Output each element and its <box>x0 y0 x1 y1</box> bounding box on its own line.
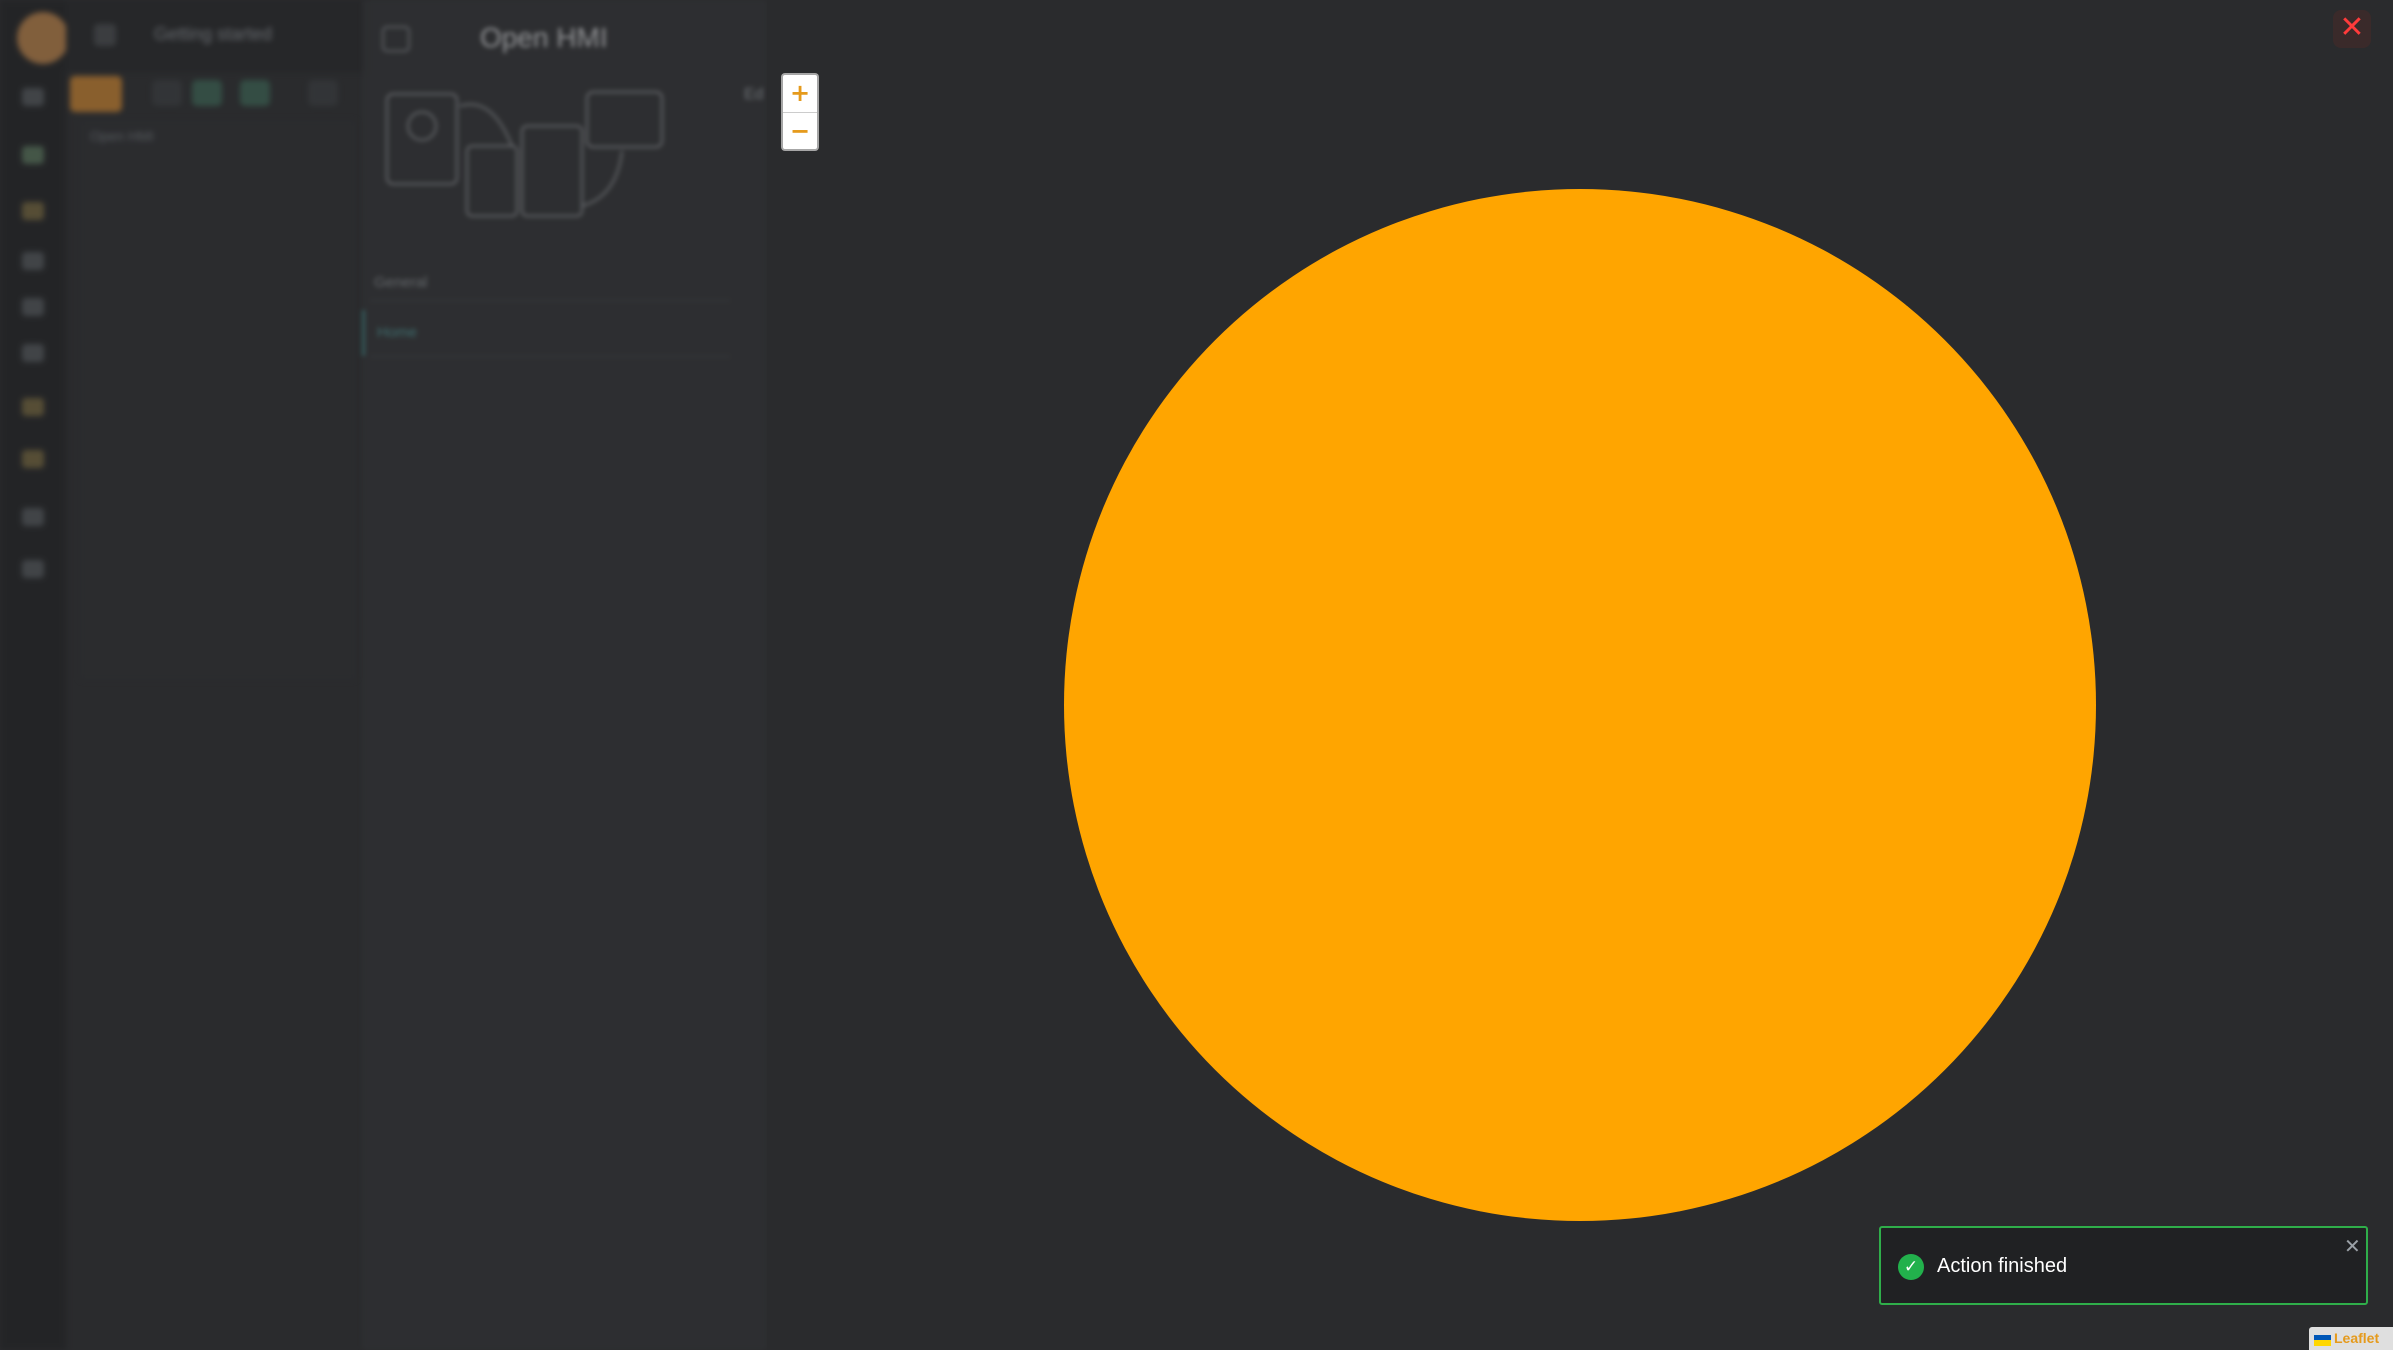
hmi-list-item-label: Home <box>377 324 418 341</box>
close-map-button[interactable]: ✕ <box>2333 10 2371 48</box>
ukraine-flag-icon <box>2314 1335 2331 1346</box>
nav-list-icon <box>22 252 44 270</box>
folder-button <box>70 76 122 112</box>
top-bar: Getting started <box>66 0 366 72</box>
nav-edit-icon <box>22 202 44 220</box>
nav-chat-icon <box>22 508 44 526</box>
undo-button <box>152 80 182 106</box>
panel-title: Open HMI <box>480 22 608 53</box>
nav-device-icon <box>22 298 44 316</box>
panel-toggle-icon <box>382 26 410 52</box>
toolbar <box>66 72 366 116</box>
section-divider <box>370 300 730 301</box>
toast-message: Action finished <box>1937 1255 2068 1277</box>
nav-home-icon <box>22 88 44 106</box>
left-rail <box>0 0 69 1350</box>
zoom-in-button[interactable]: + <box>783 75 817 113</box>
home-icon <box>94 24 116 46</box>
leaflet-link[interactable]: Leaflet <box>2334 1330 2379 1346</box>
nav-alarm-icon <box>22 450 44 468</box>
app-logo <box>17 12 69 64</box>
nav-folder-icon <box>22 398 44 416</box>
nav-help-icon <box>22 560 44 578</box>
item-divider <box>370 356 730 357</box>
map-circle-shape[interactable] <box>1064 189 2096 1221</box>
hmi-illustration <box>386 91 663 217</box>
app-root: Getting started Open HMI Open HMI Genera… <box>0 0 2393 1350</box>
list-label: Open HMI <box>90 128 154 144</box>
upload-button <box>240 80 270 106</box>
toast-notification: ✓ Action finished ✕ <box>1879 1226 2368 1305</box>
add-button <box>192 80 222 106</box>
zoom-control: + − <box>781 73 819 151</box>
map-overlay[interactable]: + − ✕ <box>767 0 2393 1350</box>
column-heading: Ed <box>744 86 764 103</box>
workspace-name: Getting started <box>154 24 273 44</box>
item-list-panel: Open HMI <box>80 120 356 680</box>
section-label: General <box>374 274 428 291</box>
open-hmi-panel: Open HMI General Home Ed <box>362 0 767 1350</box>
nav-map-icon <box>22 146 44 164</box>
zoom-out-button[interactable]: − <box>783 113 817 149</box>
toast-close-button[interactable]: ✕ <box>2344 1234 2361 1258</box>
nav-settings-icon <box>22 344 44 362</box>
check-circle-icon: ✓ <box>1898 1254 1924 1280</box>
settings-button <box>308 80 338 106</box>
map-attribution: Leaflet <box>2309 1327 2393 1350</box>
hmi-list-item-selected: Home <box>362 310 732 356</box>
